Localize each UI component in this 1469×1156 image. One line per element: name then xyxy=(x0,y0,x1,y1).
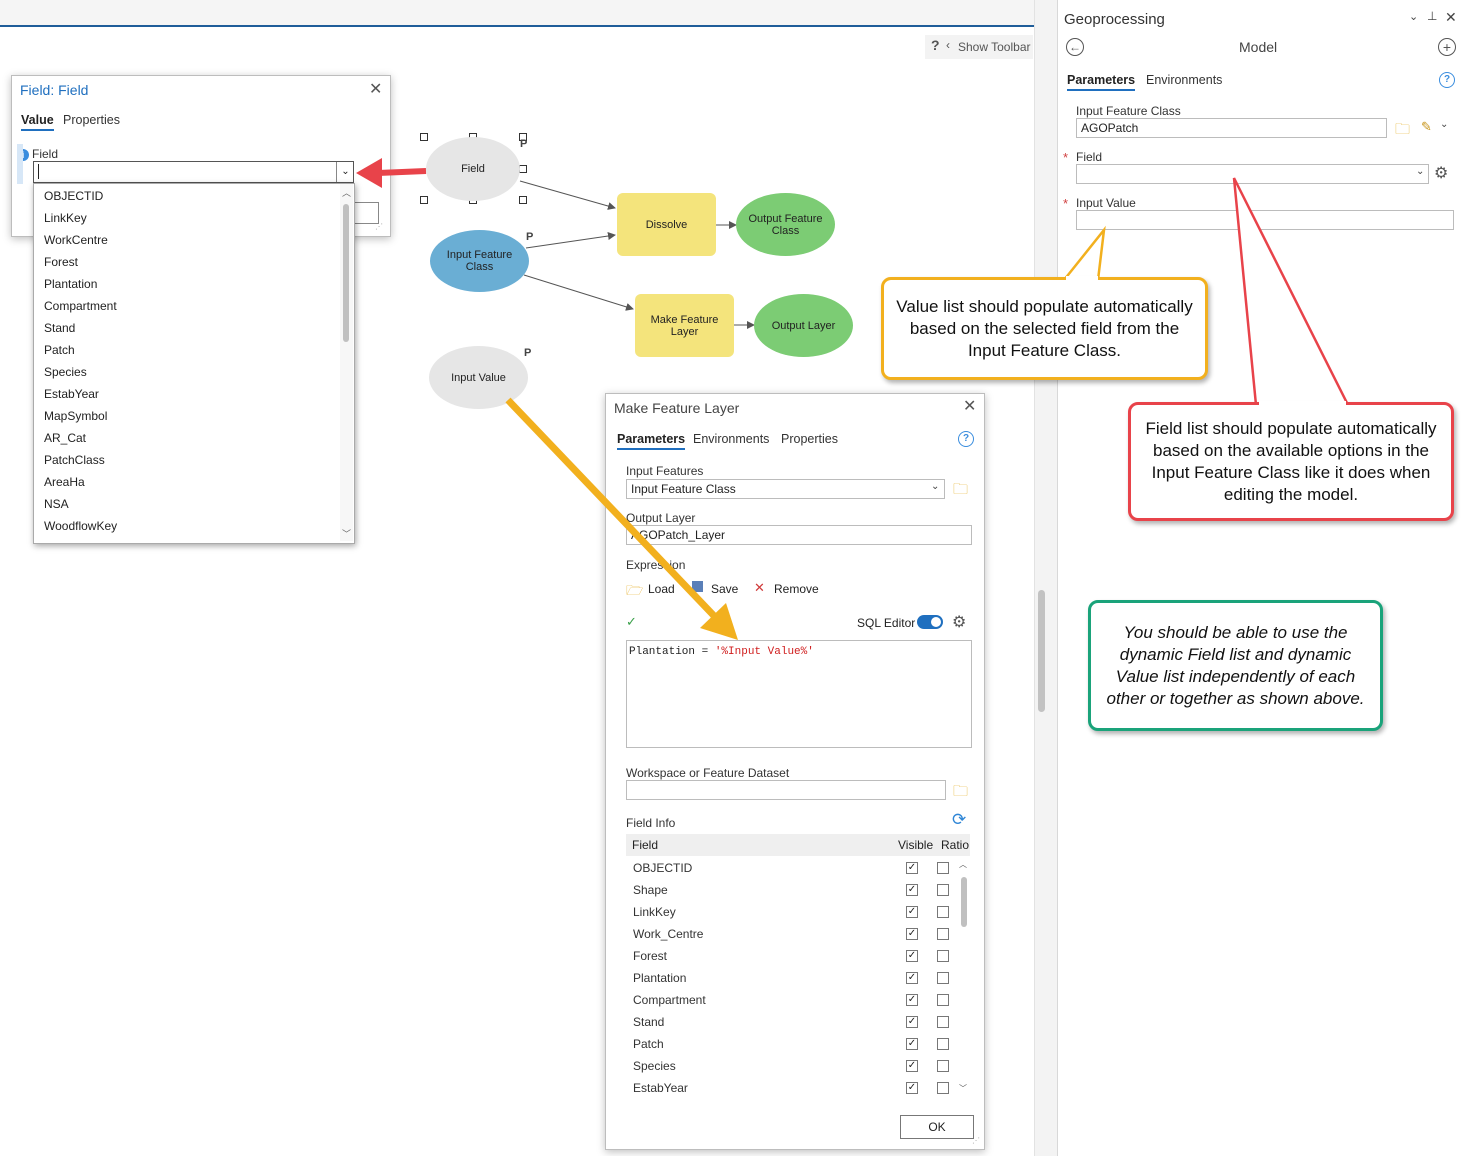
annotation-arrows xyxy=(356,158,1351,640)
callout-tail-mask xyxy=(1259,401,1346,406)
callout-tail-mask xyxy=(1066,276,1098,281)
field-list-callout: Field list should populate automatically… xyxy=(1128,402,1454,521)
value-list-callout: Value list should populate automatically… xyxy=(881,277,1208,380)
value-list-callout-text: Value list should populate automatically… xyxy=(896,296,1193,360)
independent-callout: You should be able to use the dynamic Fi… xyxy=(1088,600,1383,731)
field-list-callout-text: Field list should populate automatically… xyxy=(1145,418,1437,504)
independent-callout-text: You should be able to use the dynamic Fi… xyxy=(1106,622,1365,708)
